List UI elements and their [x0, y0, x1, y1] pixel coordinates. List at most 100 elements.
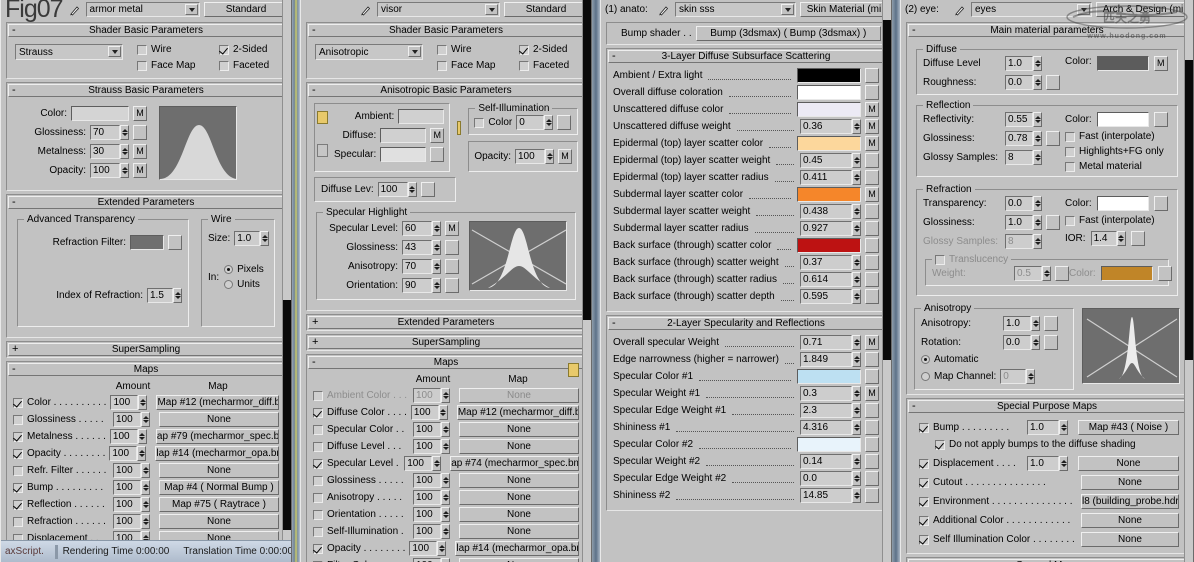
checkbox-box[interactable] — [313, 543, 323, 554]
checkbox-bump[interactable]: Bump . . . . . . . . . — [919, 422, 1023, 433]
value-field[interactable]: 0.3 — [800, 386, 852, 401]
color-swatch[interactable] — [797, 369, 861, 384]
map-checkbox[interactable]: Diffuse Level . . . — [313, 441, 409, 452]
map-button[interactable]: M — [1153, 56, 1168, 71]
checkbox-box[interactable] — [474, 117, 485, 128]
spinner-arrows[interactable] — [173, 288, 182, 303]
opacity-value[interactable]: 100 — [90, 163, 120, 178]
reflectivity-value[interactable]: 0.55 — [1005, 112, 1033, 127]
spinner-arrows[interactable] — [120, 144, 129, 159]
glossiness-value[interactable]: 43 — [402, 240, 432, 255]
checkbox-box[interactable] — [919, 496, 929, 507]
checkbox-box[interactable] — [13, 414, 23, 425]
specular-level-spinner[interactable]: 60 — [402, 221, 441, 236]
amount-spinner[interactable]: 100 — [413, 524, 450, 539]
map-checkbox[interactable]: Color . . . . . . . . . . — [13, 397, 106, 408]
value-field[interactable]: 14.85 — [800, 488, 852, 503]
radio-button[interactable] — [224, 280, 234, 289]
spinner-arrows[interactable] — [852, 289, 861, 304]
map-button[interactable]: M — [865, 136, 879, 151]
amount-value[interactable]: 100 — [409, 541, 438, 556]
spinner-arrows[interactable] — [141, 514, 150, 529]
checkbox-box[interactable] — [313, 475, 323, 486]
map-slot-button[interactable]: None — [459, 490, 579, 505]
glossiness-value[interactable]: 70 — [90, 125, 120, 140]
rollup-title[interactable]: - 3-Layer Diffuse Subsurface Scattering — [608, 50, 884, 63]
spinner-arrows[interactable] — [852, 170, 861, 185]
value-field[interactable]: 0.927 — [800, 221, 852, 236]
rollup-toggle-icon[interactable]: - — [912, 24, 916, 37]
checkbox-box[interactable] — [313, 424, 323, 435]
rotation-value[interactable]: 0.0 — [1003, 335, 1031, 350]
checkbox-box[interactable] — [13, 482, 23, 493]
spinner-arrows[interactable] — [1033, 234, 1042, 249]
rollup-toggle-icon[interactable]: + — [312, 316, 318, 329]
map-slot-button[interactable]: Map #75 ( Raytrace ) — [159, 497, 279, 512]
map-slot-button[interactable]: None — [159, 514, 279, 529]
spinner-arrows[interactable] — [432, 259, 441, 274]
map-slot-button[interactable]: Map #4 ( Normal Bump ) — [159, 480, 279, 495]
map-button[interactable]: M — [1046, 131, 1060, 146]
map-button[interactable]: M — [865, 221, 879, 236]
map-button[interactable]: M — [865, 289, 879, 304]
opacity-spinner[interactable]: 100 — [90, 163, 129, 178]
opacity-value[interactable]: 100 — [515, 149, 545, 164]
map-button[interactable]: M — [558, 149, 572, 164]
spinner-arrows[interactable] — [852, 386, 861, 401]
value-field[interactable]: 0.411 — [800, 170, 852, 185]
map-button[interactable]: M — [133, 106, 147, 121]
checkbox-self-illum-color[interactable]: Color — [474, 117, 512, 128]
amount-spinner[interactable]: 100 — [413, 507, 450, 522]
rollup-toggle-icon[interactable]: - — [12, 363, 16, 376]
group-label[interactable]: Translucency — [932, 254, 1012, 265]
anisotropy-spinner[interactable]: 1.0 — [1003, 316, 1040, 331]
spinner-arrows[interactable] — [141, 463, 150, 478]
rollup-toggle-icon[interactable]: - — [312, 84, 316, 97]
specular-level-value[interactable]: 60 — [402, 221, 432, 236]
spinner-arrows[interactable] — [1116, 231, 1126, 246]
spinner-arrows[interactable] — [432, 221, 441, 236]
panel-scrollbar[interactable] — [582, 0, 591, 562]
map-button[interactable]: M — [1044, 335, 1058, 350]
map-checkbox[interactable]: Anisotropy . . . . . — [313, 492, 409, 503]
reflectivity-spinner[interactable]: 0.55 — [1005, 112, 1042, 127]
environment-map-button[interactable]: l8 (building_probe.hdr) — [1081, 494, 1179, 509]
spinner-arrows[interactable] — [120, 125, 129, 140]
spinner-arrows[interactable] — [407, 182, 417, 197]
checkbox-box[interactable] — [13, 499, 23, 510]
checkbox-box[interactable] — [313, 492, 323, 503]
radio-map-channel[interactable]: Map Channel: — [921, 371, 996, 382]
transparency-value[interactable]: 0.0 — [1005, 196, 1033, 211]
amount-value[interactable]: 100 — [413, 558, 441, 562]
map-checkbox[interactable]: Specular Color . . — [313, 424, 409, 435]
map-slot-button[interactable]: None — [459, 422, 579, 437]
map-button[interactable]: M — [430, 147, 445, 162]
map-checkbox[interactable]: Glossiness . . . . . — [13, 414, 109, 425]
ior-spinner[interactable]: 1.5 — [147, 288, 182, 303]
spinner-arrows[interactable] — [441, 507, 450, 522]
checkbox-box[interactable] — [313, 458, 323, 469]
rollup-title[interactable]: - Strauss Basic Parameters — [8, 84, 284, 97]
checkbox-box[interactable] — [13, 516, 23, 527]
map-slot-button[interactable]: None — [459, 473, 579, 488]
map-slot-button[interactable]: None — [459, 388, 579, 403]
displacement-amount-spinner[interactable]: 1.0 — [1027, 456, 1068, 471]
checkbox-box[interactable] — [1065, 161, 1075, 172]
checkbox-box[interactable] — [919, 422, 929, 433]
value-spinner[interactable]: 0.614 — [800, 272, 861, 287]
map-button[interactable]: M — [445, 278, 459, 293]
translucency-weight-value[interactable]: 0.5 — [1014, 266, 1042, 281]
rollup-toggle-icon[interactable]: - — [12, 196, 16, 209]
color-swatch[interactable] — [797, 102, 861, 117]
radio-button[interactable] — [224, 265, 234, 274]
value-spinner[interactable]: 2.3 — [800, 403, 861, 418]
checkbox-box[interactable] — [137, 44, 147, 55]
shader-type-combo[interactable]: Strauss — [15, 44, 123, 60]
ior-spinner[interactable]: 1.4 — [1090, 231, 1126, 246]
rollup-title[interactable]: + SuperSampling — [8, 343, 284, 356]
reflection-glossiness-value[interactable]: 0.78 — [1005, 131, 1033, 146]
amount-value[interactable]: 100 — [413, 524, 441, 539]
eyedropper-icon[interactable] — [953, 3, 967, 17]
amount-value[interactable]: 100 — [413, 422, 441, 437]
map-checkbox[interactable]: Metalness . . . . . . — [13, 431, 106, 442]
